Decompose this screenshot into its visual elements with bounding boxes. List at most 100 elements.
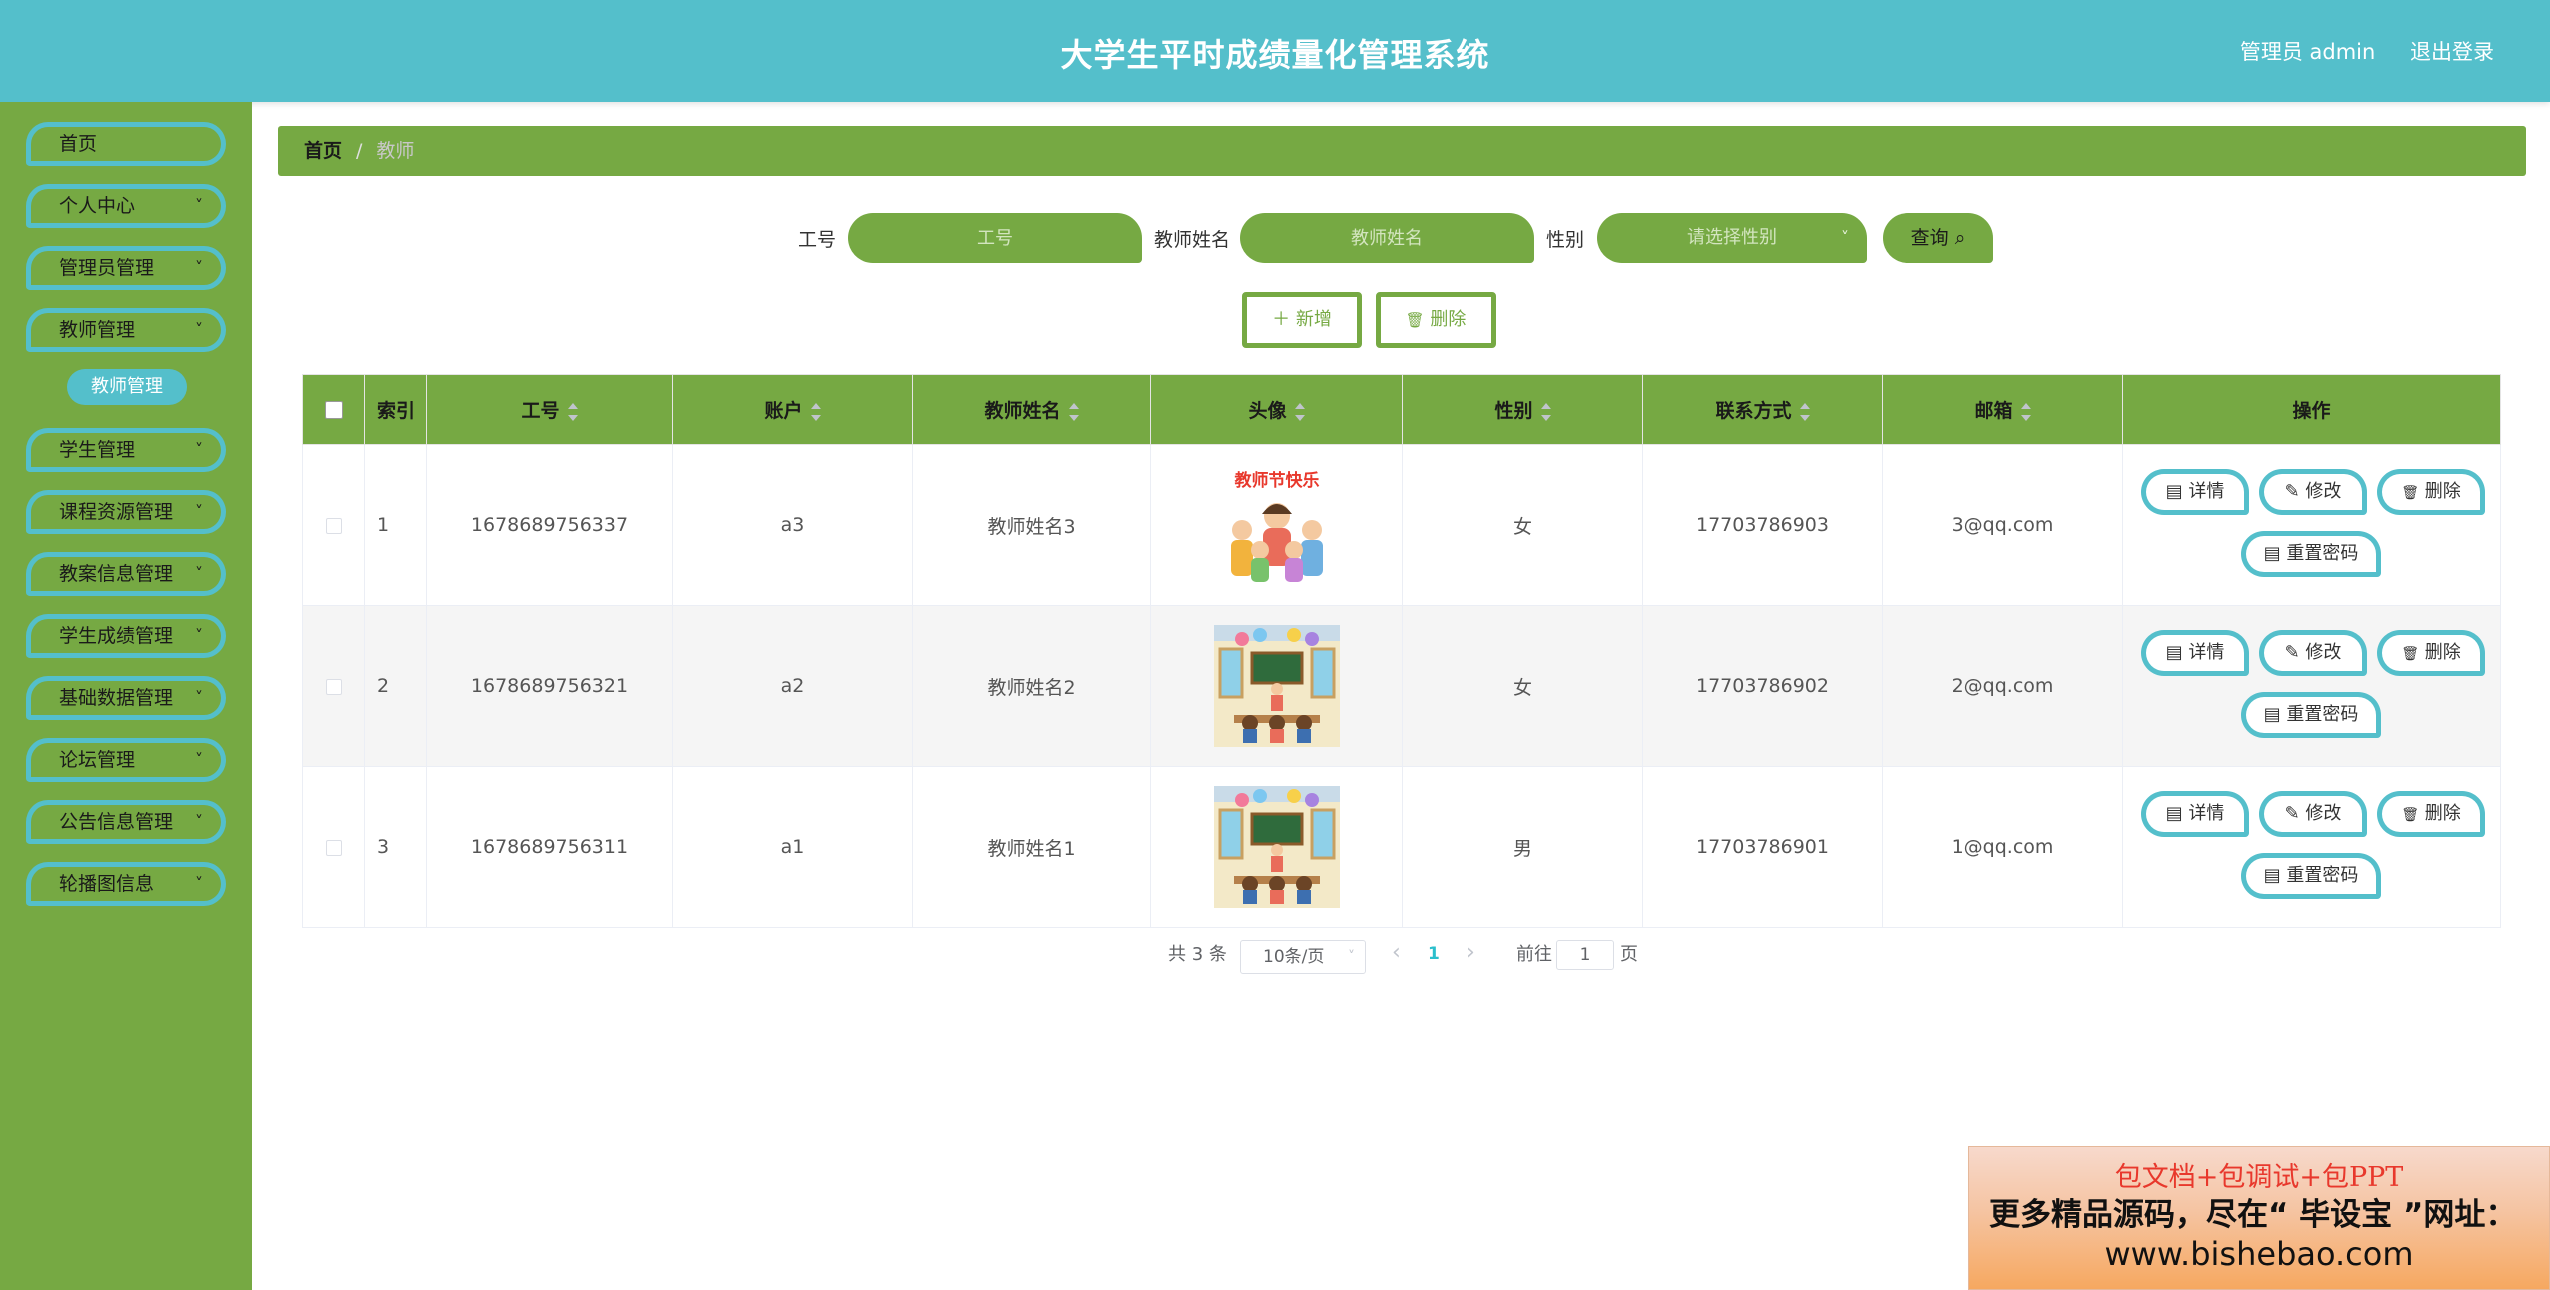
prev-page-icon[interactable]: ‹ <box>1392 940 1401 965</box>
select-all-cell <box>302 374 365 445</box>
sidebar-item-base-data[interactable]: 基础数据管理 ˅ <box>26 676 226 720</box>
sidebar-item-label: 教师管理 <box>59 319 136 341</box>
next-page-icon[interactable]: › <box>1466 940 1475 965</box>
page-number-1[interactable]: 1 <box>1428 944 1440 964</box>
chevron-down-icon: ˅ <box>1841 228 1849 247</box>
gender-select[interactable]: 请选择性别 ˅ <box>1597 213 1867 263</box>
delete-button[interactable]: 🗑 删除 <box>2377 791 2485 837</box>
trash-icon: 🗑 <box>2401 807 2420 823</box>
cell-index: 3 <box>364 766 427 928</box>
sort-icon[interactable] <box>810 402 821 421</box>
batch-delete-button-label: 删除 <box>1430 309 1467 330</box>
cell-avatar: 教师节快乐 <box>1150 444 1403 606</box>
cell-index: 1 <box>364 444 427 606</box>
edit-button[interactable]: ✎ 修改 <box>2259 469 2367 515</box>
sidebar-item-student-management[interactable]: 学生管理 ˅ <box>26 428 226 472</box>
row-checkbox-cell <box>302 605 365 767</box>
avatar-image <box>1213 625 1340 747</box>
reset-password-button[interactable]: ▤ 重置密码 <box>2241 692 2381 738</box>
column-header-label: 联系方式 <box>1715 400 1792 422</box>
row-actions: ▤ 详情 ✎ 修改 🗑 删除 ▤ 重置密码 <box>2123 606 2500 766</box>
detail-button[interactable]: ▤ 详情 <box>2141 791 2249 837</box>
chevron-down-icon: ˅ <box>195 564 203 583</box>
cell-name: 教师姓名3 <box>912 444 1151 606</box>
detail-button-label: 详情 <box>2188 481 2225 502</box>
goto-suffix: 页 <box>1620 944 1638 965</box>
column-header-phone[interactable]: 联系方式 <box>1642 374 1883 445</box>
query-button-label: 查询 <box>1910 227 1949 249</box>
row-checkbox[interactable] <box>325 839 342 856</box>
edit-button-label: 修改 <box>2305 642 2342 663</box>
reset-password-button[interactable]: ▤ 重置密码 <box>2241 531 2381 577</box>
sidebar-item-home[interactable]: 首页 <box>26 122 226 166</box>
cell-account: a2 <box>672 605 913 767</box>
column-header-gender[interactable]: 性别 <box>1402 374 1643 445</box>
sort-icon[interactable] <box>2020 402 2031 421</box>
sidebar-item-student-grades[interactable]: 学生成绩管理 ˅ <box>26 614 226 658</box>
sort-icon[interactable] <box>567 402 578 421</box>
add-button[interactable]: ＋ 新增 <box>1242 292 1362 348</box>
column-header-name[interactable]: 教师姓名 <box>912 374 1151 445</box>
delete-button[interactable]: 🗑 删除 <box>2377 469 2485 515</box>
edit-button[interactable]: ✎ 修改 <box>2259 630 2367 676</box>
cell-actions: ▤ 详情 ✎ 修改 🗑 删除 ▤ 重置密码 <box>2122 766 2501 928</box>
sidebar-item-label: 个人中心 <box>59 195 136 217</box>
batch-delete-button[interactable]: 🗑 删除 <box>1376 292 1496 348</box>
row-checkbox[interactable] <box>325 517 342 534</box>
row-checkbox-cell <box>302 444 365 606</box>
edit-button-label: 修改 <box>2305 481 2342 502</box>
add-button-label: 新增 <box>1295 309 1332 330</box>
chevron-down-icon: ˅ <box>195 502 203 521</box>
sidebar-subitem-teacher-management[interactable]: 教师管理 <box>67 369 187 405</box>
column-header-email[interactable]: 邮箱 <box>1882 374 2123 445</box>
detail-button[interactable]: ▤ 详情 <box>2141 630 2249 676</box>
avatar-image: 教师节快乐 <box>1213 464 1340 586</box>
table-row: 3 1678689756311 a1 教师姓名1 男 17703786901 1… <box>302 766 2501 928</box>
page-size-select[interactable]: 10条/页 ˅ <box>1240 940 1366 974</box>
sidebar-item-lesson-plans[interactable]: 教案信息管理 ˅ <box>26 552 226 596</box>
column-header-avatar[interactable]: 头像 <box>1150 374 1403 445</box>
sort-icon[interactable] <box>1068 402 1079 421</box>
reset-password-button-label: 重置密码 <box>2286 704 2359 725</box>
column-header-account[interactable]: 账户 <box>672 374 913 445</box>
sort-icon[interactable] <box>1799 402 1810 421</box>
goto-page-input[interactable] <box>1556 940 1614 970</box>
plus-icon: ＋ <box>1272 309 1291 330</box>
sidebar-item-teacher-management[interactable]: 教师管理 ˅ <box>26 308 226 352</box>
chevron-down-icon: ˅ <box>195 812 203 831</box>
query-button[interactable]: 查询 ⌕ <box>1883 213 1993 263</box>
detail-button-label: 详情 <box>2188 803 2225 824</box>
sidebar-item-forum[interactable]: 论坛管理 ˅ <box>26 738 226 782</box>
sidebar-item-personal-center[interactable]: 个人中心 ˅ <box>26 184 226 228</box>
row-checkbox[interactable] <box>325 678 342 695</box>
column-header-label: 教师姓名 <box>984 400 1061 422</box>
select-all-checkbox[interactable] <box>324 401 343 419</box>
job-no-input[interactable] <box>848 213 1142 263</box>
reset-password-button[interactable]: ▤ 重置密码 <box>2241 853 2381 899</box>
edit-button[interactable]: ✎ 修改 <box>2259 791 2367 837</box>
column-header-job-no[interactable]: 工号 <box>426 374 673 445</box>
delete-button[interactable]: 🗑 删除 <box>2377 630 2485 676</box>
teacher-name-input[interactable] <box>1240 213 1534 263</box>
sidebar-item-course-resources[interactable]: 课程资源管理 ˅ <box>26 490 226 534</box>
sort-icon[interactable] <box>1540 402 1551 421</box>
cell-job-no: 1678689756311 <box>426 766 673 928</box>
cell-job-no: 1678689756337 <box>426 444 673 606</box>
sidebar-item-admin-management[interactable]: 管理员管理 ˅ <box>26 246 226 290</box>
cell-phone: 17703786901 <box>1642 766 1883 928</box>
cell-email: 1@qq.com <box>1882 766 2123 928</box>
cell-gender: 男 <box>1402 766 1643 928</box>
goto-prefix: 前往 <box>1516 944 1552 965</box>
breadcrumb: 首页 / 教师 <box>278 126 2526 176</box>
sort-icon[interactable] <box>1294 402 1305 421</box>
sidebar-item-announcements[interactable]: 公告信息管理 ˅ <box>26 800 226 844</box>
delete-button-label: 删除 <box>2424 642 2461 663</box>
column-header-actions: 操作 <box>2122 374 2501 445</box>
sidebar-item-label: 教案信息管理 <box>59 563 174 585</box>
logout-link[interactable]: 退出登录 <box>2410 40 2494 64</box>
sidebar-item-label: 学生管理 <box>59 439 136 461</box>
detail-button[interactable]: ▤ 详情 <box>2141 469 2249 515</box>
chevron-down-icon: ˅ <box>195 874 203 893</box>
breadcrumb-home[interactable]: 首页 <box>304 140 342 162</box>
sidebar-item-carousel[interactable]: 轮播图信息 ˅ <box>26 862 226 906</box>
